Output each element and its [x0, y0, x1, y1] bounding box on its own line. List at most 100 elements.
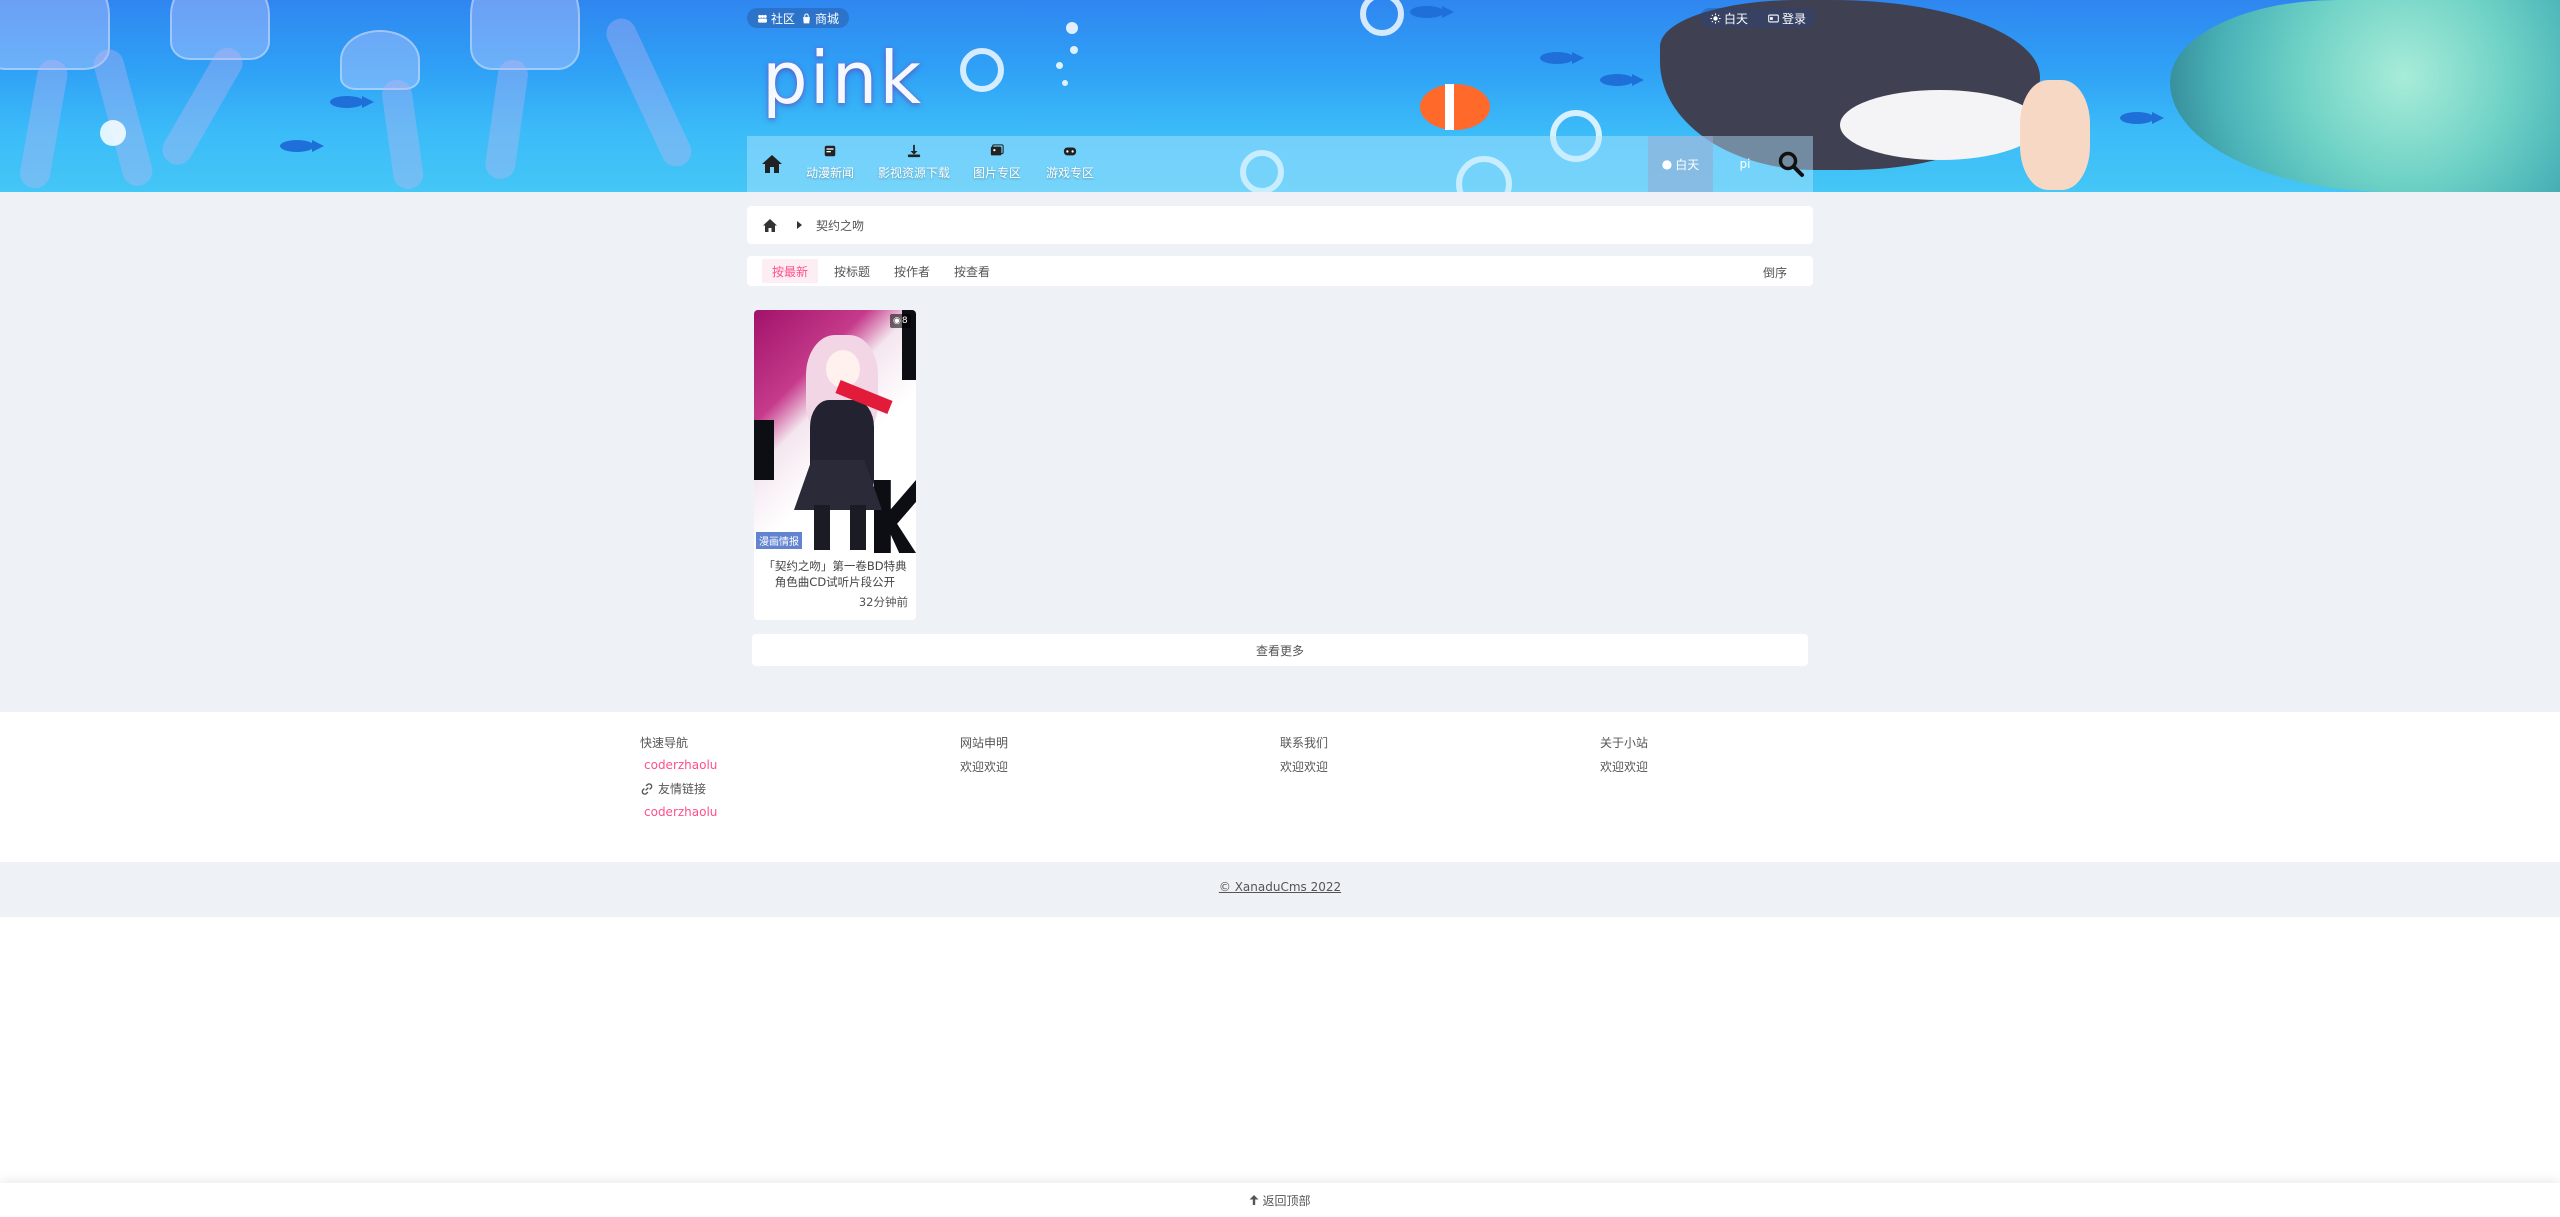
footer-column-contact: 联系我们 欢迎欢迎 — [1280, 734, 1328, 783]
nav-item-label: 游戏专区 — [1046, 166, 1095, 180]
day-mode-label: 白天 — [1675, 157, 1700, 172]
fish-decoration — [1540, 52, 1584, 64]
footer-column-statement: 网站申明 欢迎欢迎 — [960, 734, 1008, 783]
sort-order-toggle[interactable]: 倒序 — [1763, 264, 1787, 281]
character-illustration — [2020, 80, 2090, 190]
image-icon — [990, 144, 1004, 156]
user-button[interactable]: pi — [1715, 136, 1775, 192]
footer-heading: 关于小站 — [1600, 736, 1649, 750]
fish-decoration — [1410, 6, 1454, 18]
post-title[interactable]: 「契约之吻」第一卷BD特典角色曲CD试听片段公开 — [760, 558, 910, 590]
footer-link[interactable]: coderzhaolu — [644, 805, 717, 819]
fish-decoration — [330, 96, 374, 108]
jellyfish-decoration — [90, 46, 156, 190]
breadcrumb-current: 契约之吻 — [816, 218, 865, 233]
nav-item-label: 动漫新闻 — [806, 166, 855, 180]
copyright-link[interactable]: © XanaduCms 2022 — [0, 880, 2560, 894]
theme-toggle[interactable]: 白天 — [1710, 10, 1748, 27]
footer-link[interactable]: coderzhaolu — [644, 758, 717, 772]
footer-heading: 网站申明 — [960, 736, 1009, 750]
bubble-decoration — [1360, 0, 1404, 36]
bubble-decoration — [100, 120, 126, 146]
link-icon — [641, 782, 653, 795]
location-icon: ● — [1661, 157, 1673, 171]
shark-illustration — [1840, 90, 2040, 160]
fish-decoration — [280, 140, 324, 152]
jellyfish-decoration — [380, 77, 426, 192]
community-link[interactable]: 社区 — [757, 10, 795, 27]
jellyfish-decoration — [470, 0, 580, 70]
thumbnail-art — [814, 505, 830, 550]
top-links: 社区 商城 — [747, 8, 850, 28]
arrow-up-icon — [1249, 1195, 1259, 1205]
main-nav: 动漫新闻 影视资源下载 图片专区 游戏专区 ● 白天 pi — [747, 136, 1813, 192]
footer-text: 欢迎欢迎 — [1280, 760, 1329, 774]
eye-icon: ◉ — [893, 316, 901, 326]
nav-item-label: 影视资源下载 — [878, 166, 951, 180]
nav-item-games[interactable]: 游戏专区 — [1046, 144, 1094, 188]
bubble-decoration — [1070, 46, 1078, 54]
top-right-links: 白天 登录 — [1700, 8, 1817, 28]
sort-tab-latest[interactable]: 按最新 — [762, 259, 819, 283]
sort-tab-title[interactable]: 按标题 — [824, 259, 880, 283]
nav-item-anime-news[interactable]: 动漫新闻 — [806, 144, 854, 188]
nav-item-label: 图片专区 — [973, 166, 1022, 180]
login-link-label: 登录 — [1782, 11, 1807, 26]
friend-links-label: 友情链接 — [658, 782, 707, 796]
day-mode-button[interactable]: ● 白天 — [1648, 136, 1713, 192]
header-banner: pink 社区 商城 白天 登录 动漫新闻 影视资源下载 图片专区 游戏专区 ●… — [0, 0, 2560, 192]
load-more-button[interactable]: 查看更多 — [752, 634, 1808, 666]
login-link[interactable]: 登录 — [1768, 10, 1806, 27]
nav-item-images[interactable]: 图片专区 — [973, 144, 1021, 188]
login-icon — [1768, 14, 1779, 22]
sort-tab-views[interactable]: 按查看 — [944, 259, 1000, 283]
home-icon[interactable] — [761, 154, 783, 174]
home-icon[interactable] — [763, 218, 777, 232]
footer-heading: 快速导航 — [640, 736, 689, 750]
community-link-label: 社区 — [771, 11, 796, 26]
thumbnail-art — [850, 505, 866, 550]
nav-item-video-download[interactable]: 影视资源下载 — [878, 144, 950, 188]
footer-heading: 联系我们 — [1280, 736, 1329, 750]
breadcrumb: 契约之吻 — [747, 206, 1813, 244]
back-to-top-button[interactable]: 返回顶部 — [0, 1183, 2560, 1217]
page-blank-area — [0, 917, 2560, 1217]
thumbnail-art — [874, 480, 916, 553]
news-icon — [824, 145, 836, 157]
category-tag[interactable]: 漫画情报 — [756, 532, 802, 549]
bubble-decoration — [960, 48, 1004, 92]
footer-column-about: 关于小站 欢迎欢迎 — [1600, 734, 1648, 783]
shop-link[interactable]: 商城 — [801, 10, 839, 27]
sun-icon — [1710, 12, 1721, 24]
footer: 快速导航 coderzhaolu 友情链接 coderzhaolu 网站申明 欢… — [0, 712, 2560, 862]
views-count: 8 — [901, 316, 908, 326]
post-card[interactable]: ◉ 8 漫画情报 「契约之吻」第一卷BD特典角色曲CD试听片段公开 32分钟前 — [754, 310, 916, 620]
bubble-decoration — [1066, 22, 1078, 34]
search-icon[interactable] — [1777, 150, 1805, 178]
post-thumbnail[interactable]: ◉ 8 漫画情报 — [754, 310, 916, 553]
sort-bar: 按最新 按标题 按作者 按查看 倒序 — [747, 256, 1813, 286]
bubble-decoration — [1056, 62, 1063, 69]
jellyfish-decoration — [483, 57, 530, 181]
footer-text: 欢迎欢迎 — [960, 760, 1009, 774]
game-icon — [1063, 147, 1077, 156]
community-icon — [758, 14, 767, 23]
shop-icon — [803, 13, 810, 23]
jellyfish-decoration — [157, 42, 248, 171]
clownfish-decoration — [1420, 84, 1490, 130]
shop-link-label: 商城 — [815, 11, 840, 26]
jellyfish-decoration — [340, 30, 420, 90]
views-badge: ◉ 8 — [890, 314, 911, 328]
chevron-right-icon — [797, 221, 802, 229]
fish-decoration — [1600, 74, 1644, 86]
site-logo[interactable]: pink — [762, 36, 923, 120]
character-illustration — [2170, 0, 2560, 192]
thumbnail-art — [754, 420, 774, 480]
jellyfish-decoration — [17, 57, 70, 191]
jellyfish-decoration — [601, 13, 697, 172]
post-time: 32分钟前 — [858, 595, 908, 609]
fish-decoration — [2120, 112, 2164, 124]
footer-text: 欢迎欢迎 — [1600, 760, 1649, 774]
theme-toggle-label: 白天 — [1724, 11, 1749, 26]
sort-tab-author[interactable]: 按作者 — [884, 259, 940, 283]
